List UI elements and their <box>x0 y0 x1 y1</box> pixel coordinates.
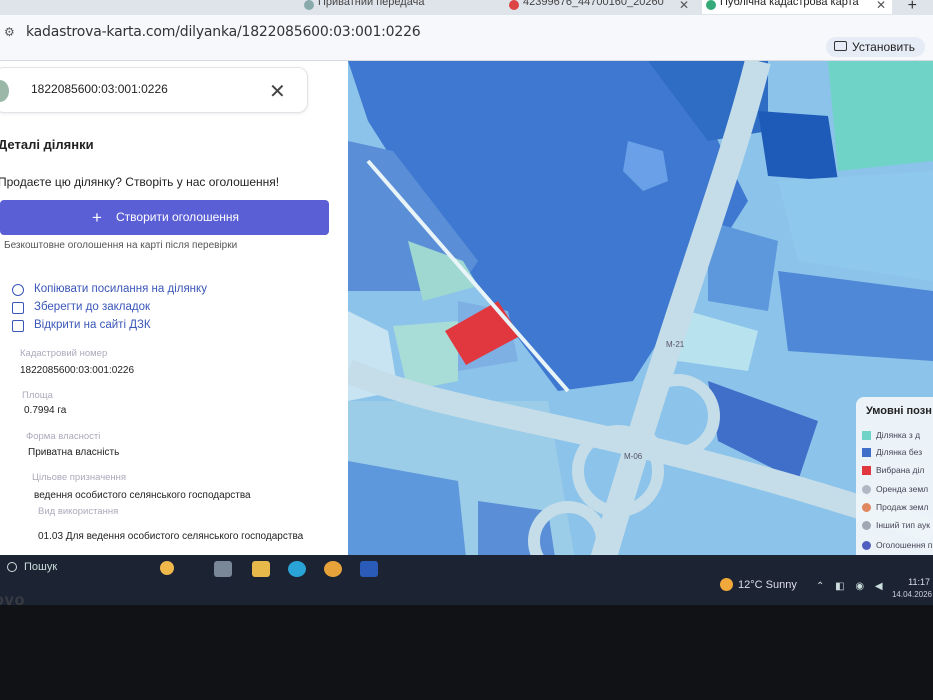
favicon-icon <box>509 0 519 10</box>
legend-item: Оголошення п <box>862 540 932 550</box>
legend-label: Ділянка без <box>876 447 923 457</box>
legend-label: Вибрана діл <box>876 465 925 475</box>
taskbar-search[interactable]: Пошук <box>2 558 152 578</box>
purpose-label: Цільове призначення <box>32 472 127 483</box>
legend-label: Оренда земл <box>876 484 929 494</box>
legend-swatch <box>862 503 871 512</box>
action-label: Зберегти до закладок <box>34 301 151 313</box>
legend-title: Умовні позн <box>866 405 932 417</box>
url-text[interactable]: kadastrova-karta.com/dilyanka/1822085600… <box>26 24 421 40</box>
purpose-value: ведення особистого селянського господарс… <box>34 490 251 501</box>
area-value: 0.7994 га <box>24 405 67 416</box>
external-link-icon <box>12 320 24 332</box>
tab-active[interactable]: Публічна кадастрова карта ✕ <box>702 0 892 14</box>
legend-swatch <box>862 448 871 457</box>
ownership-value: Приватна власність <box>28 447 120 458</box>
search-value: 1822085600:03:001:0226 <box>31 82 168 96</box>
system-tray[interactable]: ⌃ ◧ ◉ ◀ <box>816 581 887 592</box>
open-dzk-action[interactable]: Відкрити на сайті ДЗК <box>12 319 151 332</box>
clock-date[interactable]: 14.04.2026 <box>890 590 932 599</box>
action-label: Відкрити на сайті ДЗК <box>34 319 151 331</box>
legend-label: Ділянка з д <box>876 430 921 440</box>
weather-widget[interactable]: 12°C Sunny <box>720 578 797 591</box>
install-button[interactable]: Установить <box>826 37 925 57</box>
road-label-m21: М-21 <box>666 340 685 349</box>
favicon-icon <box>706 0 716 10</box>
use-value: 01.03 Для ведення особистого селянського… <box>38 531 304 542</box>
tab-1[interactable]: Приватний передача <box>300 0 490 14</box>
search-input[interactable]: 1822085600:03:001:0226 ✕ <box>0 67 308 113</box>
close-tab-icon[interactable]: ✕ <box>679 0 689 12</box>
create-ad-label: Створити оголошення <box>116 210 240 224</box>
site-info-icon[interactable]: ⚙ <box>4 25 15 39</box>
address-bar[interactable]: ⚙ kadastrova-karta.com/dilyanka/18220856… <box>0 15 933 61</box>
word-icon[interactable] <box>360 561 378 577</box>
sun-icon <box>720 578 733 591</box>
bookmark-action[interactable]: Зберегти до закладок <box>12 301 151 314</box>
copy-icon <box>12 284 24 296</box>
road-label-m06: М-06 <box>624 452 643 461</box>
laptop-bezel <box>0 605 933 700</box>
parcel[interactable] <box>828 61 933 171</box>
action-label: Копіювати посилання на ділянку <box>34 283 207 295</box>
legend-item: Інший тип аук <box>862 520 930 530</box>
taskbar-search-label: Пошук <box>24 561 58 573</box>
tab-label: Приватний передача <box>318 0 425 8</box>
search-icon <box>7 562 17 572</box>
edge-icon[interactable] <box>288 561 306 577</box>
tab-2[interactable]: 42399676_44700160_20260 ✕ <box>505 0 695 14</box>
widgets-icon[interactable] <box>160 561 174 575</box>
sell-prompt: Продаєте цю ділянку? Створіть у нас огол… <box>0 175 280 189</box>
close-icon[interactable]: ✕ <box>269 79 286 104</box>
install-icon <box>834 41 847 51</box>
details-title: Деталі ділянки <box>0 137 94 152</box>
cadastral-map[interactable]: М-21 М-06 Умовні позн Ділянка з д Ділянк… <box>348 61 933 577</box>
use-label: Вид використання <box>38 506 119 517</box>
legend-label: Оголошення п <box>876 540 933 550</box>
legend-item: Вибрана діл <box>862 465 924 475</box>
favicon-icon <box>304 0 314 10</box>
tab-label: Публічна кадастрова карта <box>720 0 859 8</box>
sidebar: 1822085600:03:001:0226 ✕ Деталі ділянки … <box>0 61 348 561</box>
parcel[interactable] <box>758 111 838 181</box>
legend-label: Продаж земл <box>876 502 929 512</box>
legend-swatch <box>862 466 871 475</box>
legend-swatch <box>862 541 871 550</box>
bookmark-icon <box>12 302 24 314</box>
ownership-label: Форма власності <box>26 431 101 442</box>
chrome-icon[interactable] <box>324 561 342 577</box>
install-label: Установить <box>852 40 915 54</box>
clock-time[interactable]: 11:17 <box>898 577 930 587</box>
tab-strip: Приватний передача 42399676_44700160_202… <box>0 0 933 15</box>
legend-swatch <box>862 431 871 440</box>
area-label: Площа <box>22 390 53 401</box>
create-ad-button[interactable]: + Створити оголошення <box>0 200 329 235</box>
free-note: Безкоштовне оголошення на карті після пе… <box>4 240 238 251</box>
copy-link-action[interactable]: Копіювати посилання на ділянку <box>12 283 207 296</box>
legend-item: Ділянка без <box>862 447 922 457</box>
taskbar: Пошук 12°C Sunny ⌃ ◧ ◉ ◀ 11:17 14.04.202… <box>0 555 933 605</box>
map-legend: Умовні позн Ділянка з д Ділянка без Вибр… <box>856 397 933 577</box>
screen: Приватний передача 42399676_44700160_202… <box>0 0 933 605</box>
legend-item: Продаж земл <box>862 502 928 512</box>
plus-icon: + <box>92 208 102 227</box>
cadastral-label: Кадастровий номер <box>20 348 108 359</box>
logo-icon <box>0 80 9 102</box>
legend-swatch <box>862 485 871 494</box>
cadastral-value: 1822085600:03:001:0226 <box>20 365 135 376</box>
map-canvas[interactable]: М-21 М-06 <box>348 61 933 577</box>
legend-item: Ділянка з д <box>862 430 920 440</box>
legend-swatch <box>862 521 871 530</box>
weather-text: 12°C Sunny <box>738 579 797 591</box>
file-explorer-icon[interactable] <box>252 561 270 577</box>
brand-logo: ovo <box>0 592 26 609</box>
tab-label: 42399676_44700160_20260 <box>523 0 664 8</box>
new-tab-button[interactable]: + <box>908 0 917 15</box>
legend-label: Інший тип аук <box>876 520 930 530</box>
task-view-icon[interactable] <box>214 561 232 577</box>
close-tab-icon[interactable]: ✕ <box>876 0 886 12</box>
legend-item: Оренда земл <box>862 484 928 494</box>
